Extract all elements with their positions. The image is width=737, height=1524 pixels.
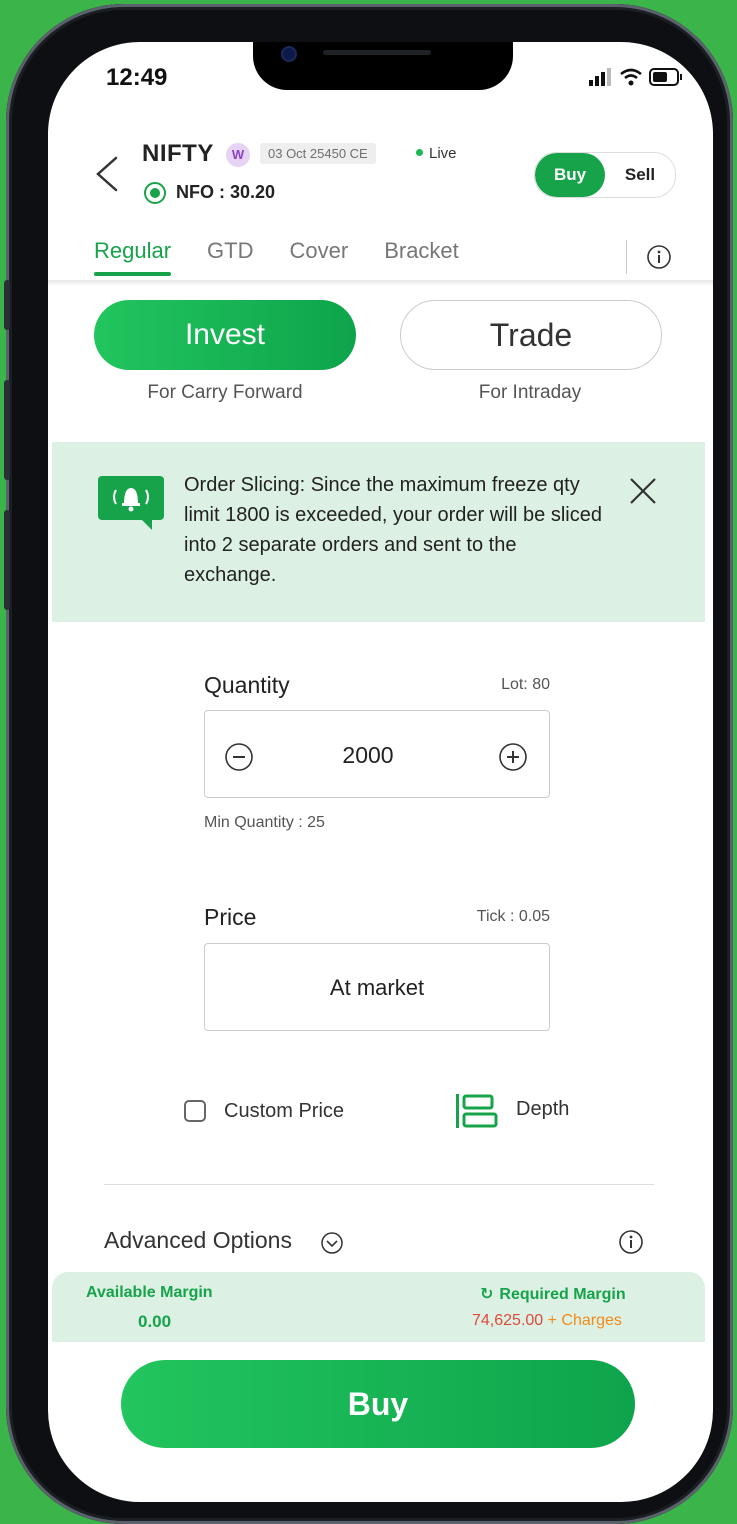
quantity-label: Quantity: [204, 672, 290, 698]
charges-link[interactable]: + Charges: [548, 1312, 622, 1329]
required-margin-label: Required Margin: [499, 1286, 626, 1303]
banner-message: Order Slicing: Since the maximum freeze …: [184, 474, 602, 586]
live-dot-icon: [416, 148, 423, 156]
live-label: Live: [429, 145, 457, 162]
status-time: 12:49: [106, 64, 168, 91]
trade-button[interactable]: Trade: [400, 300, 662, 370]
weekly-badge: W: [226, 143, 250, 167]
tab-divider: [626, 240, 627, 274]
plus-icon[interactable]: [498, 742, 528, 772]
invest-button[interactable]: Invest: [94, 300, 356, 370]
custom-price-checkbox[interactable]: [184, 1100, 206, 1122]
tab-regular[interactable]: Regular: [94, 238, 172, 276]
custom-price-label[interactable]: Custom Price: [224, 1100, 344, 1123]
tabs-shadow: [48, 280, 713, 286]
volume-up-button: [4, 380, 10, 480]
required-margin-value: 74,625.00: [472, 1312, 544, 1329]
symbol-name: NIFTY: [142, 140, 214, 167]
order-type-tabs: Regular GTD Cover Bracket: [94, 238, 459, 276]
available-margin-value: 0.00: [138, 1312, 172, 1331]
minus-icon[interactable]: [224, 742, 254, 772]
info-icon[interactable]: [646, 244, 672, 270]
close-icon[interactable]: [626, 474, 660, 508]
speaker: [323, 50, 431, 55]
tick-size: Tick : 0.05: [476, 908, 550, 925]
trade-subtitle: For Intraday: [478, 382, 582, 403]
lot-size: Lot: 80: [501, 676, 550, 693]
volume-down-button: [4, 510, 10, 610]
live-indicator: Live: [416, 145, 457, 162]
exchange-price: NFO : 30.20: [176, 182, 276, 202]
mute-switch: [4, 280, 10, 330]
contract-tag: 03 Oct 25450 CE: [260, 143, 376, 164]
tab-cover[interactable]: Cover: [290, 238, 349, 264]
battery-icon: [649, 68, 682, 86]
depth-label[interactable]: Depth: [516, 1098, 569, 1121]
toggle-sell-button[interactable]: Sell: [605, 153, 675, 197]
tab-gtd[interactable]: GTD: [207, 238, 253, 264]
back-icon[interactable]: [92, 154, 122, 194]
signal-icon: [589, 68, 611, 86]
required-margin-amount: 74,625.00 + Charges: [472, 1312, 622, 1330]
notch: [253, 42, 513, 90]
phone-screen: 12:49 NIFTY W 03 Oct 25450 CE Live NFO :…: [48, 42, 713, 1502]
divider: [104, 1184, 654, 1185]
buy-button[interactable]: Buy: [121, 1360, 635, 1448]
exchange-radio-icon[interactable]: [144, 182, 166, 204]
toggle-buy-button[interactable]: Buy: [535, 153, 605, 197]
wifi-icon: [620, 68, 642, 86]
advanced-info-icon[interactable]: [618, 1229, 644, 1255]
front-camera: [281, 46, 297, 62]
price-value: At market: [329, 975, 425, 1000]
depth-icon[interactable]: [454, 1092, 498, 1130]
status-icons: [589, 68, 683, 86]
available-margin-label: Available Margin: [86, 1284, 213, 1301]
invest-subtitle: For Carry Forward: [147, 382, 303, 403]
advanced-options-label[interactable]: Advanced Options: [104, 1227, 292, 1254]
notification-bell-icon: [98, 476, 164, 530]
refresh-icon[interactable]: ↻: [480, 1286, 493, 1303]
min-quantity: Min Quantity : 25: [204, 814, 325, 831]
chevron-down-icon[interactable]: [320, 1231, 344, 1255]
quantity-input[interactable]: 2000: [288, 742, 448, 769]
tab-bracket[interactable]: Bracket: [384, 238, 459, 264]
buy-sell-toggle: Buy Sell: [534, 152, 676, 198]
price-label: Price: [204, 904, 257, 930]
required-margin[interactable]: ↻ Required Margin: [480, 1284, 626, 1304]
